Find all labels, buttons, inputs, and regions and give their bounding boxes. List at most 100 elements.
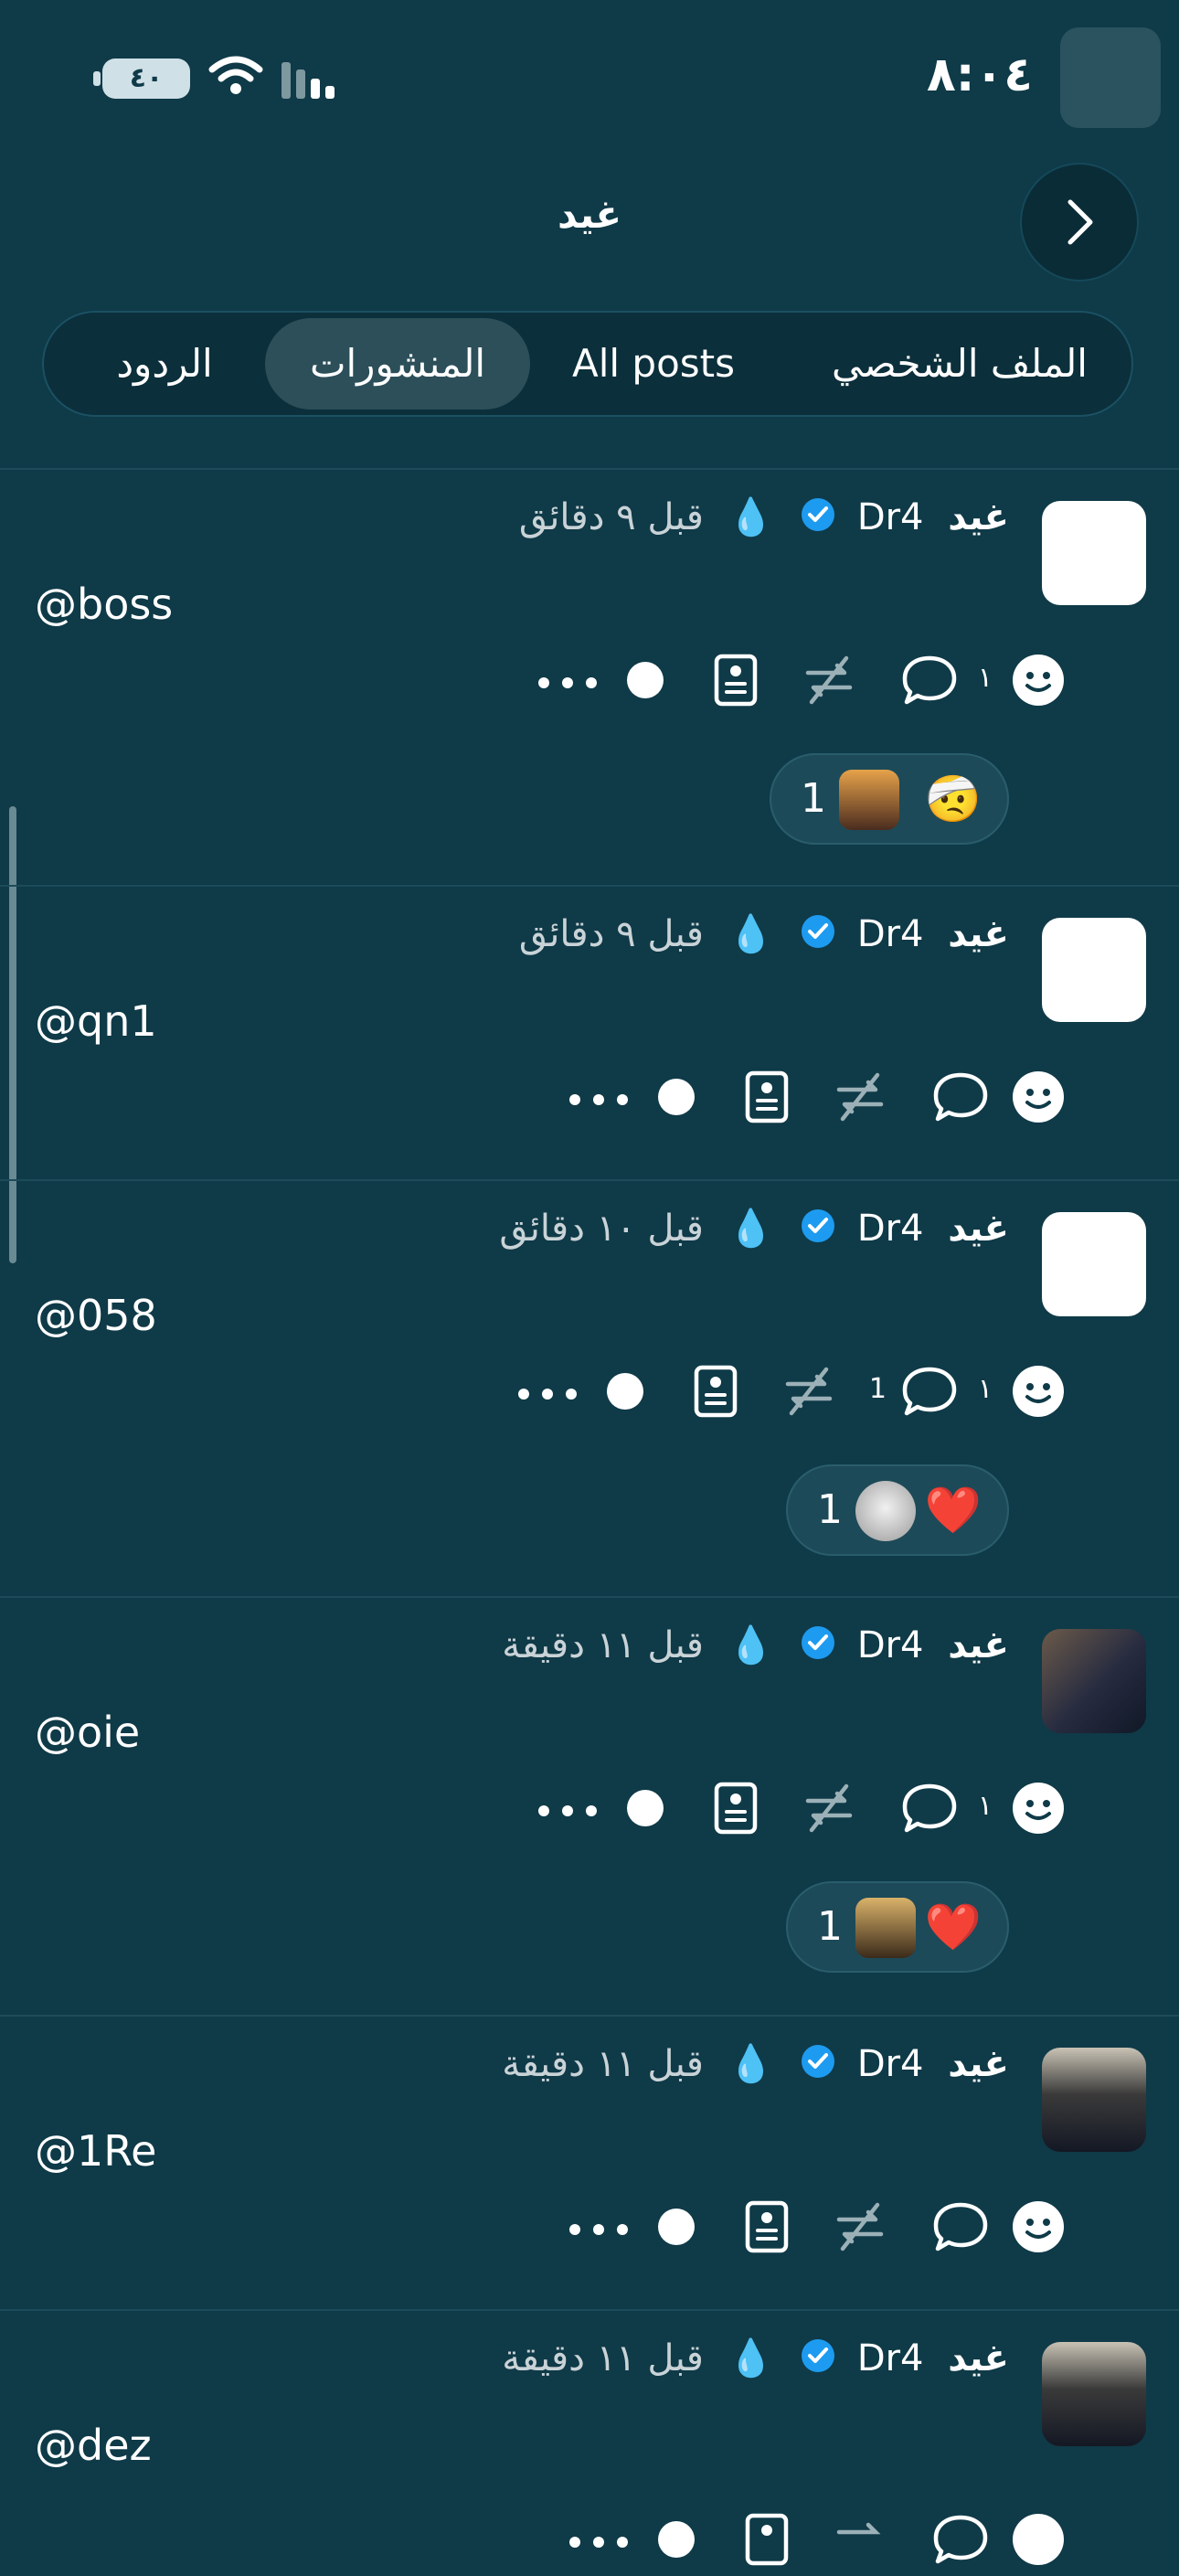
post-text[interactable]: @qn1	[35, 996, 157, 1046]
background-thumbnail	[1060, 27, 1161, 128]
flame-icon: 💧	[728, 2337, 774, 2379]
quote-card-icon[interactable]	[744, 1070, 790, 1124]
status-dot-icon[interactable]	[656, 2207, 696, 2247]
repost-disabled-icon[interactable]	[799, 653, 859, 708]
more-options-icon[interactable]	[537, 1804, 598, 1817]
post-time: قبل ١٠ دقائق	[499, 1208, 704, 1250]
tab-posts[interactable]: المنشورات	[265, 318, 530, 410]
reaction-count: 1	[801, 775, 826, 822]
more-options-icon[interactable]	[537, 676, 598, 689]
avatar[interactable]	[1042, 1629, 1146, 1733]
tab-profile[interactable]: الملف الشخصي	[823, 318, 1097, 410]
post-text[interactable]: @1Re	[35, 2126, 156, 2176]
repost-disabled-icon[interactable]	[830, 2512, 890, 2567]
reaction-emoji: 🤕	[924, 772, 982, 825]
quote-card-icon[interactable]	[744, 2199, 790, 2254]
repost-disabled-icon[interactable]	[830, 2199, 890, 2254]
status-time: ٨:٠٤	[926, 48, 1033, 102]
repost-disabled-icon[interactable]	[799, 1781, 859, 1836]
post-time: قبل ١١ دقيقة	[502, 2043, 704, 2085]
reactor-avatar	[855, 1481, 916, 1541]
emoji-react-icon[interactable]	[1011, 1781, 1066, 1836]
author-name[interactable]: غيد	[948, 2337, 1009, 2379]
post-item[interactable]: غيد Dr4 💧 قبل ١١ دقيقة @1Re	[0, 2017, 1179, 2311]
reaction-emoji: ❤️	[924, 1900, 982, 1953]
reaction-summary[interactable]: 1 🤕	[770, 753, 1009, 845]
more-options-icon[interactable]	[517, 1388, 578, 1400]
post-text[interactable]: @058	[35, 1291, 157, 1340]
emoji-react-icon[interactable]	[1011, 653, 1066, 708]
comment-icon[interactable]	[899, 653, 960, 708]
reaction-summary[interactable]: 1 ❤️	[786, 1464, 1009, 1556]
repost-disabled-icon[interactable]	[779, 1364, 839, 1419]
tab-all-posts[interactable]: All posts	[539, 318, 768, 410]
author-handle[interactable]: Dr4	[857, 913, 924, 955]
post-time: قبل ٩ دقائق	[518, 496, 704, 538]
avatar[interactable]	[1042, 918, 1146, 1022]
avatar[interactable]	[1042, 2342, 1146, 2446]
post-item[interactable]: غيد Dr4 💧 قبل ٩ دقائق @qn1	[0, 887, 1179, 1181]
post-item[interactable]: غيد Dr4 💧 قبل ١٠ دقائق @058 ١ 1 1 ❤️	[0, 1181, 1179, 1598]
like-count: ١	[977, 1790, 993, 1822]
author-handle[interactable]: Dr4	[857, 2337, 924, 2379]
more-options-icon[interactable]	[568, 2536, 629, 2549]
post-item[interactable]: غيد Dr4 💧 قبل ١١ دقيقة @oie ١ 1 ❤️	[0, 1598, 1179, 2017]
author-handle[interactable]: Dr4	[857, 1208, 924, 1250]
status-dot-icon[interactable]	[625, 1788, 665, 1828]
comment-icon[interactable]	[899, 1781, 960, 1836]
status-dot-icon[interactable]	[605, 1371, 645, 1411]
author-name[interactable]: غيد	[948, 1208, 1009, 1250]
flame-icon: 💧	[728, 1624, 774, 1666]
comment-icon[interactable]	[930, 1070, 991, 1124]
author-handle[interactable]: Dr4	[857, 2043, 924, 2085]
avatar[interactable]	[1042, 1212, 1146, 1316]
status-dot-icon[interactable]	[656, 2519, 696, 2560]
emoji-react-icon[interactable]	[1011, 1364, 1066, 1419]
post-time: قبل ١١ دقيقة	[502, 1624, 704, 1666]
verified-badge-icon	[800, 913, 836, 959]
post-actions: ١ 1	[0, 1364, 1179, 1428]
reactor-avatar	[839, 770, 899, 830]
emoji-react-icon[interactable]	[1011, 2512, 1066, 2567]
comment-icon[interactable]	[899, 1364, 960, 1419]
author-handle[interactable]: Dr4	[857, 1624, 924, 1666]
comment-icon[interactable]	[930, 2512, 991, 2567]
post-text[interactable]: @oie	[35, 1708, 140, 1757]
emoji-react-icon[interactable]	[1011, 1070, 1066, 1124]
quote-card-icon[interactable]	[693, 1364, 738, 1419]
avatar[interactable]	[1042, 2048, 1146, 2152]
author-name[interactable]: غيد	[948, 2043, 1009, 2085]
avatar[interactable]	[1042, 501, 1146, 605]
post-actions	[0, 2512, 1179, 2576]
reaction-summary[interactable]: 1 ❤️	[786, 1881, 1009, 1973]
page-title: غيد	[557, 192, 622, 237]
author-name[interactable]: غيد	[948, 496, 1009, 538]
status-dot-icon[interactable]	[656, 1077, 696, 1117]
post-item[interactable]: غيد Dr4 💧 قبل ١١ دقيقة @dez	[0, 2311, 1179, 2566]
verified-badge-icon	[800, 2043, 836, 2089]
comment-icon[interactable]	[930, 2199, 991, 2254]
post-meta: غيد Dr4 💧 قبل ٩ دقائق	[519, 495, 1009, 542]
status-dot-icon[interactable]	[625, 660, 665, 700]
post-text[interactable]: @boss	[35, 580, 173, 629]
repost-disabled-icon[interactable]	[830, 1070, 890, 1124]
post-text[interactable]: @dez	[35, 2421, 152, 2470]
author-name[interactable]: غيد	[948, 913, 1009, 955]
reaction-count: 1	[817, 1486, 843, 1533]
quote-card-icon[interactable]	[713, 653, 759, 708]
wifi-icon	[208, 55, 263, 99]
more-options-icon[interactable]	[568, 1093, 629, 1106]
battery-icon: ٤٠	[93, 59, 190, 99]
reactor-avatar	[855, 1898, 916, 1958]
post-item[interactable]: غيد Dr4 💧 قبل ٩ دقائق @boss ١ 1 🤕	[0, 470, 1179, 887]
tab-replies[interactable]: الردود	[82, 318, 247, 410]
author-handle[interactable]: Dr4	[857, 496, 924, 538]
post-meta: غيد Dr4 💧 قبل ٩ دقائق	[519, 912, 1009, 959]
more-options-icon[interactable]	[568, 2223, 629, 2236]
emoji-react-icon[interactable]	[1011, 2199, 1066, 2254]
author-name[interactable]: غيد	[948, 1624, 1009, 1666]
quote-card-icon[interactable]	[713, 1781, 759, 1836]
quote-card-icon[interactable]	[744, 2512, 790, 2567]
post-time: قبل ٩ دقائق	[518, 913, 704, 955]
like-count: ١	[977, 1373, 993, 1405]
